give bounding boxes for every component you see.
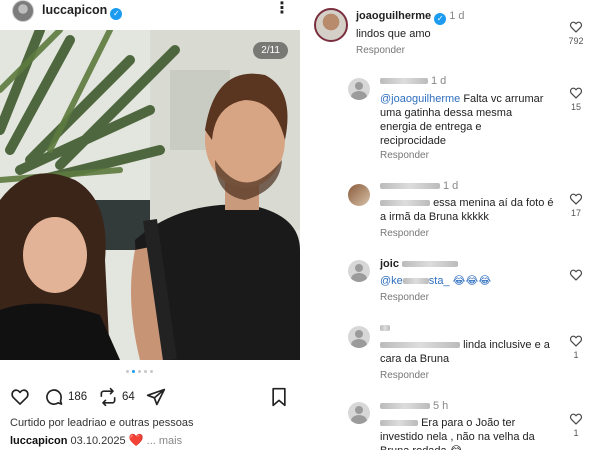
comment-like-count: 15	[570, 102, 581, 112]
comment-like-count: 17	[570, 208, 581, 218]
repost-icon	[100, 387, 116, 407]
comment-username[interactable]: 1 d	[380, 180, 458, 192]
comment-count: 186	[68, 391, 88, 403]
comment-like-button[interactable]: 1	[562, 412, 590, 438]
comment-item: joic @ke sta_ 😂😂😂 Responder	[304, 258, 600, 308]
post-actions: 186 64	[0, 386, 300, 410]
photo-counter-badge: 2/11	[253, 42, 288, 59]
comment-username[interactable]: joaoguilherme ✓ 1 d	[356, 10, 464, 25]
reply-button[interactable]: Responder	[356, 45, 405, 56]
carousel-dot[interactable]	[138, 370, 141, 373]
redacted-mention	[402, 278, 429, 285]
comment-text: @joaoguilherme Falta vc arrumar uma gati…	[380, 93, 544, 147]
comment-time: 1 d	[431, 75, 447, 87]
comment-like-button[interactable]: 792	[562, 20, 590, 46]
comment-text: @ke sta_ 😂😂😂	[380, 275, 492, 287]
heart-outline-icon	[569, 193, 583, 205]
comment-like-button[interactable]	[562, 268, 590, 282]
comment-like-count: 1	[573, 428, 579, 438]
heart-icon	[11, 389, 29, 405]
reply-button[interactable]: Responder	[380, 228, 429, 239]
comment-username[interactable]: 5 h	[380, 400, 448, 412]
save-button[interactable]	[270, 386, 288, 408]
carousel-dots	[126, 370, 153, 373]
comment-item: linda inclusive e a cara da Bruna Respon…	[304, 322, 600, 384]
comment-time: 1 d	[449, 10, 465, 22]
comment-like-button[interactable]: 15	[562, 86, 590, 112]
redacted-username	[380, 325, 390, 332]
carousel-dot[interactable]	[144, 370, 147, 373]
post-photo[interactable]: 2/11	[0, 30, 300, 360]
reply-button[interactable]: Responder	[380, 150, 429, 161]
bookmark-icon	[272, 387, 286, 407]
repost-button[interactable]: 64	[98, 386, 135, 408]
commenter-avatar[interactable]	[348, 184, 370, 206]
comment-icon	[46, 389, 63, 406]
comment-text: lindos que amo	[356, 28, 431, 40]
post-author-name[interactable]: luccapicon	[42, 3, 107, 17]
comment-text: linda inclusive e a cara da Bruna	[380, 339, 550, 365]
heart-outline-icon	[569, 335, 583, 347]
redacted-username	[380, 403, 430, 410]
comment-like-button[interactable]: 17	[562, 192, 590, 218]
verified-badge-icon: ✓	[110, 8, 123, 20]
commenter-avatar[interactable]	[348, 260, 370, 282]
redacted-mention	[380, 420, 418, 427]
post-caption: luccapicon 03.10.2025 ❤️ ... mais	[10, 433, 182, 447]
send-icon	[146, 388, 166, 406]
comment-time: 5 h	[433, 400, 449, 412]
post-header: luccapicon ✓ ⋮	[0, 0, 300, 22]
more-options-icon[interactable]: ⋮	[274, 0, 290, 20]
like-button[interactable]	[10, 386, 30, 408]
comment-like-button[interactable]: 1	[562, 334, 590, 360]
heart-outline-icon	[569, 413, 583, 425]
commenter-avatar[interactable]	[314, 8, 348, 42]
commenter-avatar[interactable]	[348, 402, 370, 424]
comment-item: 1 d essa menina aí da foto é a irmã da B…	[304, 178, 600, 244]
heart-outline-icon	[569, 87, 583, 99]
redacted-username	[380, 183, 440, 190]
carousel-dot[interactable]	[126, 370, 129, 373]
repost-count: 64	[122, 391, 135, 403]
photo-illustration	[0, 30, 300, 360]
share-button[interactable]	[146, 386, 166, 408]
verified-badge-icon: ✓	[434, 13, 447, 25]
post-panel: luccapicon ✓ ⋮ 2/11 186 64 Curtido por l…	[0, 0, 300, 450]
redacted-mention	[380, 200, 430, 207]
reply-button[interactable]: Responder	[380, 370, 429, 381]
redacted-username	[380, 78, 428, 85]
comment-item: 5 h Era para o João ter investido nela ,…	[304, 398, 600, 450]
comment-mention[interactable]: @joaoguilherme	[380, 93, 460, 105]
caption-emoji: ❤️	[128, 433, 144, 447]
comment-username[interactable]: 1 d	[380, 75, 446, 87]
post-author-avatar[interactable]	[12, 0, 34, 22]
comment-text: Era para o João ter investido nela , não…	[380, 417, 535, 450]
comment-item: joaoguilherme ✓ 1 d lindos que amo Respond…	[304, 0, 600, 60]
commenter-avatar[interactable]	[348, 78, 370, 100]
liked-by-text[interactable]: Curtido por leadriao e outras pessoas	[10, 417, 193, 429]
comment-mention[interactable]: @ke	[380, 275, 403, 287]
comment-username[interactable]	[380, 322, 390, 334]
comments-panel: joaoguilherme ✓ 1 d lindos que amo Respond…	[304, 0, 600, 450]
comment-text: essa menina aí da foto é a irmã da Bruna…	[380, 197, 554, 223]
comment-like-count: 792	[568, 36, 584, 46]
redacted-username	[402, 261, 459, 268]
comment-button[interactable]: 186	[44, 386, 87, 408]
redacted-mention	[380, 342, 460, 349]
commenter-avatar[interactable]	[348, 326, 370, 348]
comment-item: 1 d @joaoguilherme Falta vc arrumar uma …	[304, 72, 600, 168]
heart-outline-icon	[569, 21, 583, 33]
heart-outline-icon	[569, 269, 583, 281]
comment-time: 1 d	[443, 180, 459, 192]
caption-date: 03.10.2025	[70, 435, 126, 447]
comment-username[interactable]: joic	[380, 258, 459, 270]
reply-button[interactable]: Responder	[380, 292, 429, 303]
caption-more-link[interactable]: ... mais	[147, 435, 182, 447]
carousel-dot-active[interactable]	[132, 370, 135, 373]
carousel-dot[interactable]	[150, 370, 153, 373]
comment-like-count: 1	[573, 350, 579, 360]
caption-username[interactable]: luccapicon	[10, 435, 67, 447]
post-author-username[interactable]: luccapicon ✓	[42, 3, 123, 20]
